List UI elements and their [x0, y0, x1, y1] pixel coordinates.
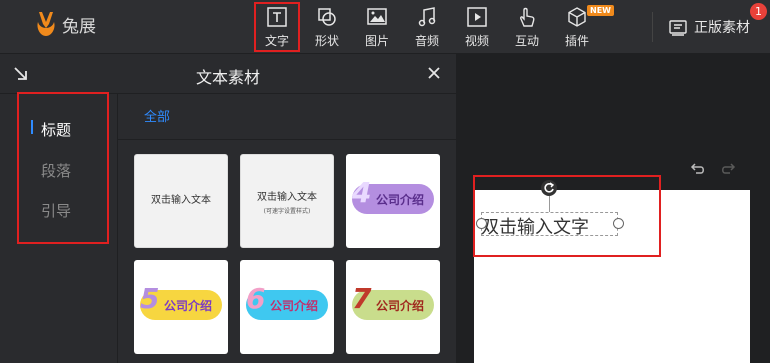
filter-all-tab[interactable]: 全部: [144, 106, 170, 125]
undo-icon[interactable]: [690, 162, 706, 176]
notification-count-badge: 1: [750, 3, 767, 20]
category-paragraph[interactable]: 段落: [41, 160, 71, 181]
tool-shape[interactable]: 形状: [302, 0, 352, 54]
cube-icon: [568, 6, 586, 27]
image-icon: [367, 7, 387, 25]
editor-app: 兔展 文字 形状 图片 音频 视频 互动 插件 NEW 正版素材 1 文本素材 …: [0, 0, 770, 363]
tile-text: 公司介绍: [270, 299, 319, 313]
brand-logo[interactable]: 兔展: [34, 10, 96, 38]
text-template-tile[interactable]: 6 公司介绍: [240, 260, 334, 354]
tool-image[interactable]: 图片: [352, 0, 402, 54]
text-template-tile[interactable]: 4 公司介绍: [346, 154, 440, 248]
toolbar-divider: [652, 12, 653, 42]
highlight-box: [473, 175, 661, 257]
redo-icon[interactable]: [720, 162, 736, 176]
shape-icon: [318, 7, 336, 26]
text-template-tile[interactable]: 双击输入文本 (可速字设置样式): [240, 154, 334, 248]
rabbit-logo-icon: [37, 12, 55, 36]
text-template-tile[interactable]: 7 公司介绍: [346, 260, 440, 354]
tile-number: 4: [352, 176, 372, 209]
category-list: 标题 段落 引导: [17, 92, 109, 244]
copyright-assets-button[interactable]: 正版素材: [668, 0, 750, 54]
tile-number: 6: [246, 282, 266, 315]
panel-title: 文本素材: [195, 68, 260, 87]
panel-header: 文本素材: [0, 54, 456, 94]
tool-audio[interactable]: 音频: [402, 0, 452, 54]
text-icon: [267, 6, 287, 27]
active-category-marker: [31, 120, 33, 134]
brand-name: 兔展: [62, 16, 96, 37]
tool-list: 文字 形状 图片 音频 视频 互动 插件 NEW: [252, 0, 614, 54]
filter-bar: 全部: [118, 94, 456, 140]
text-template-tile[interactable]: 双击输入文本: [134, 154, 228, 248]
music-note-icon: [418, 6, 436, 26]
text-template-tile[interactable]: 5 公司介绍: [134, 260, 228, 354]
tile-text: 公司介绍: [376, 193, 425, 207]
tool-label: 互动: [514, 33, 539, 48]
copyright-list-icon: [669, 20, 687, 36]
tile-number: 7: [352, 282, 372, 315]
tile-text: 双击输入文本: [257, 192, 317, 203]
tool-label: 文字: [264, 33, 289, 48]
video-play-icon: [467, 6, 487, 27]
tool-label: 图片: [364, 33, 389, 48]
copyright-label: 正版素材: [694, 20, 750, 36]
hand-tap-icon: [520, 7, 535, 27]
close-icon[interactable]: [426, 65, 442, 81]
tile-number: 5: [140, 282, 160, 315]
tile-subtext: (可速字设置样式): [263, 208, 311, 215]
tile-text: 公司介绍: [376, 299, 425, 313]
top-toolbar: 兔展 文字 形状 图片 音频 视频 互动 插件 NEW 正版素材 1: [0, 0, 770, 54]
tile-text: 双击输入文本: [151, 195, 211, 206]
tool-text[interactable]: 文字: [252, 0, 302, 54]
text-assets-panel: 文本素材 标题 段落 引导 全部 双击输入文本 双击输入文本 (可速字设置样式)…: [0, 54, 456, 363]
category-title[interactable]: 标题: [41, 119, 71, 140]
tile-text: 公司介绍: [164, 299, 213, 313]
tool-plugin[interactable]: 插件 NEW: [552, 0, 614, 54]
category-guide[interactable]: 引导: [41, 200, 71, 221]
tool-label: 音频: [414, 33, 439, 48]
tool-video[interactable]: 视频: [452, 0, 502, 54]
new-badge: NEW: [587, 5, 614, 16]
tool-label: 视频: [464, 33, 489, 48]
tool-label: 插件: [564, 33, 589, 48]
tool-label: 形状: [314, 33, 339, 48]
tool-interact[interactable]: 互动: [502, 0, 552, 54]
